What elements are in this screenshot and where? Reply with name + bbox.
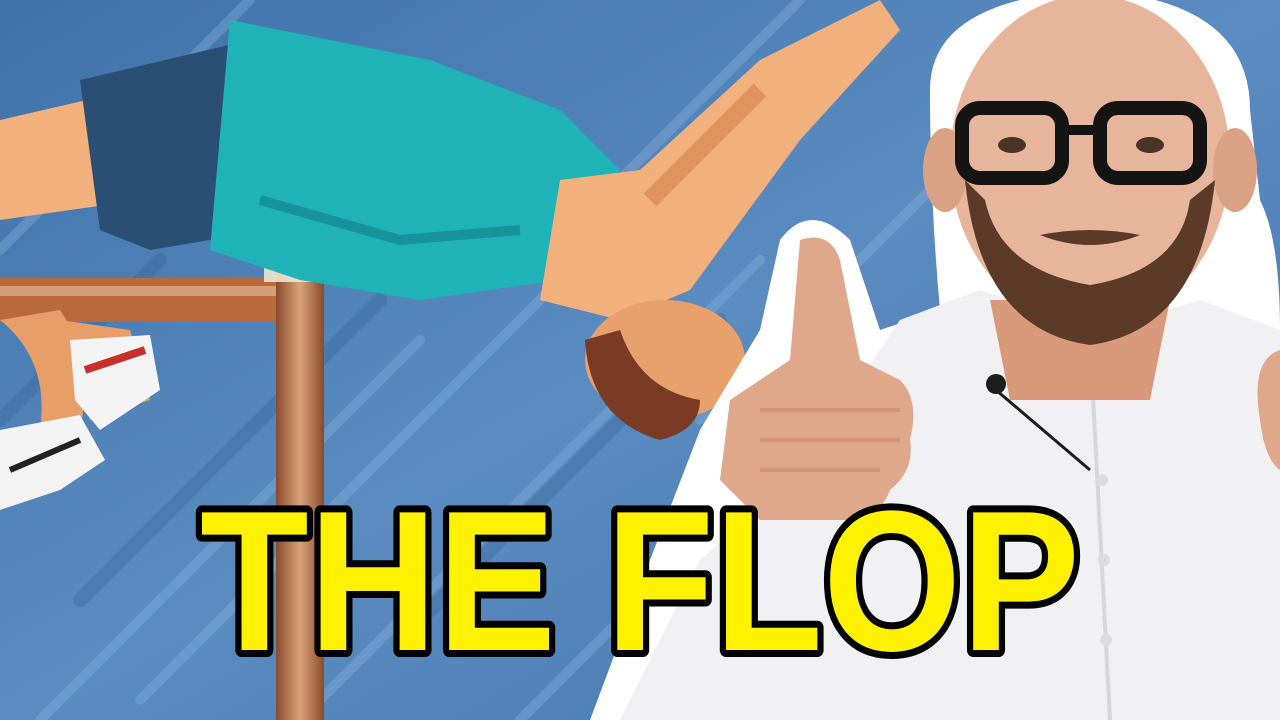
video-thumbnail[interactable]: THE FLOP	[0, 0, 1280, 720]
thumbnail-title: THE FLOP	[200, 478, 1080, 678]
title-overlay: THE FLOP	[193, 478, 1087, 678]
